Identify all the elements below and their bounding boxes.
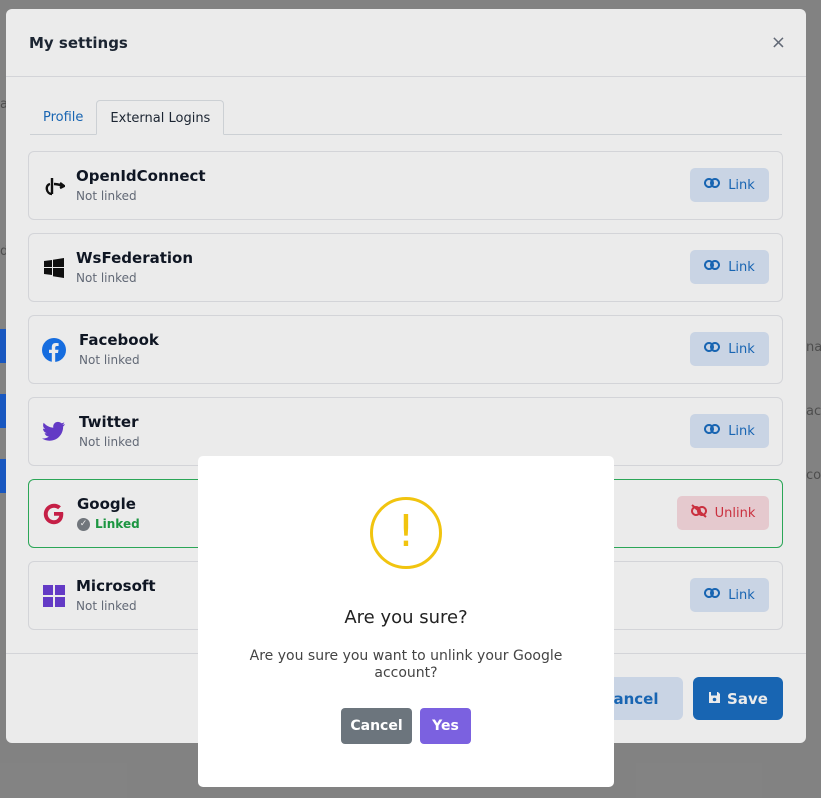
confirm-cancel-button[interactable]: Cancel bbox=[341, 708, 412, 744]
confirm-yes-button[interactable]: Yes bbox=[420, 708, 471, 744]
confirm-title: Are you sure? bbox=[344, 607, 468, 628]
confirm-message: Are you sure you want to unlink your Goo… bbox=[249, 648, 563, 681]
confirm-dialog: ! Are you sure? Are you sure you want to… bbox=[198, 456, 614, 787]
warning-icon: ! bbox=[370, 497, 442, 569]
